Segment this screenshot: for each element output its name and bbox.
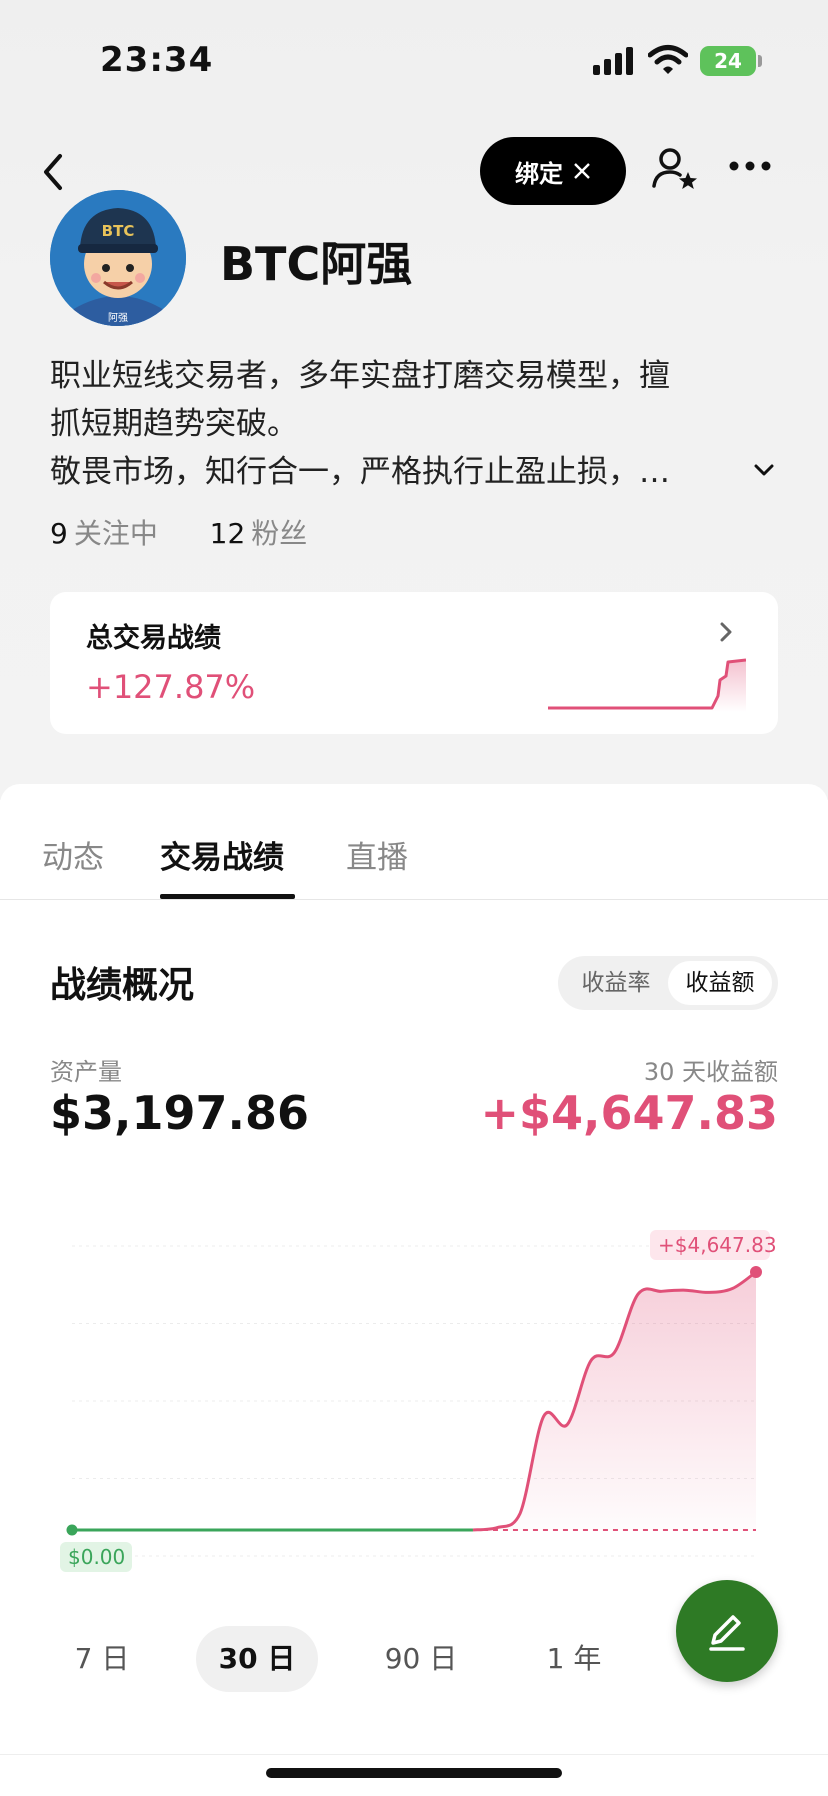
following-label: 关注中: [73, 517, 158, 550]
start-point: [66, 1524, 78, 1536]
following-count: 9: [50, 517, 68, 550]
status-time: 23:34: [100, 40, 214, 80]
chevron-right-icon: [720, 622, 732, 642]
bind-button-label: 绑定: [515, 159, 563, 188]
edit-pen-icon: [709, 1615, 745, 1651]
performance-sparkline: [548, 658, 746, 712]
content-sheet: 动态 交易战绩 直播 战绩概况 收益率 收益额 资产量 $3,197.86 30…: [0, 784, 828, 1796]
chevron-down-icon[interactable]: [752, 462, 776, 478]
battery-indicator: 24: [700, 46, 756, 76]
overview-title: 战绩概况: [50, 965, 195, 1006]
tab-trading-record[interactable]: 交易战绩: [160, 832, 284, 877]
profile-bio: 职业短线交易者，多年实盘打磨交易模型，擅 抓短期趋势突破。 敬畏市场，知行合一，…: [50, 352, 750, 496]
followers-count: 12: [209, 517, 246, 550]
avatar-illustration: BTC 阿强: [50, 190, 186, 326]
x-logo-icon: [574, 163, 590, 179]
toggle-profit-amount[interactable]: 收益额: [668, 961, 772, 1005]
follow-stats: 9 关注中 12 粉丝: [50, 512, 307, 552]
performance-card-percent: +127.87%: [86, 668, 256, 706]
performance-card-title: 总交易战绩: [86, 623, 221, 654]
more-options-icon[interactable]: [728, 160, 772, 172]
followers-link[interactable]: 12 粉丝: [210, 517, 308, 550]
end-value-text: +$4,647.83: [658, 1233, 777, 1257]
bio-line: 敬畏市场，知行合一，严格执行止盈止损，…: [50, 454, 670, 490]
active-tab-indicator: [160, 894, 295, 899]
battery-tip: [758, 55, 762, 67]
end-value-label: +$4,647.83: [650, 1230, 777, 1260]
start-value-text: $0.00: [68, 1545, 125, 1569]
range-30d[interactable]: 30 日: [196, 1626, 318, 1692]
bind-x-button[interactable]: 绑定: [480, 137, 626, 205]
avatar-caption: 阿强: [108, 312, 128, 324]
tab-live[interactable]: 直播: [346, 832, 408, 877]
avatar[interactable]: BTC 阿强: [50, 190, 186, 326]
bio-line: 职业短线交易者，多年实盘打磨交易模型，擅: [50, 358, 670, 394]
total-performance-card[interactable]: 总交易战绩 +127.87%: [50, 592, 778, 734]
bio-line: 抓短期趋势突破。: [50, 406, 298, 442]
end-point: [750, 1266, 762, 1278]
profile-name: BTC阿强: [220, 237, 413, 291]
metric-toggle: 收益率 收益额: [558, 956, 778, 1010]
profit-value: +$4,647.83: [480, 1086, 778, 1140]
status-bar: 23:34 24: [0, 0, 828, 120]
asset-label: 资产量: [50, 1058, 122, 1086]
follow-user-icon[interactable]: [650, 146, 698, 192]
followers-label: 粉丝: [251, 517, 308, 550]
compose-button[interactable]: [676, 1580, 778, 1682]
range-7d[interactable]: 7 日: [52, 1626, 152, 1692]
tab-activity[interactable]: 动态: [42, 832, 104, 877]
start-value-label: $0.00: [60, 1542, 132, 1572]
home-indicator: [266, 1768, 562, 1778]
back-arrow-icon[interactable]: [36, 150, 72, 194]
range-1y[interactable]: 1 年: [524, 1626, 624, 1692]
cellular-signal-icon: [593, 47, 633, 75]
range-90d[interactable]: 90 日: [366, 1626, 476, 1692]
profit-chart[interactable]: $0.00 +$4,647.83: [0, 1184, 828, 1584]
following-link[interactable]: 9 关注中: [50, 517, 167, 550]
avatar-cap-text: BTC: [102, 222, 135, 240]
bottom-divider: [0, 1754, 828, 1755]
wifi-icon: [648, 45, 688, 74]
profit-label: 30 天收益额: [643, 1058, 778, 1086]
asset-value: $3,197.86: [50, 1086, 309, 1140]
toggle-return-rate[interactable]: 收益率: [564, 961, 668, 1005]
profile-tabs: 动态 交易战绩 直播: [0, 784, 828, 900]
